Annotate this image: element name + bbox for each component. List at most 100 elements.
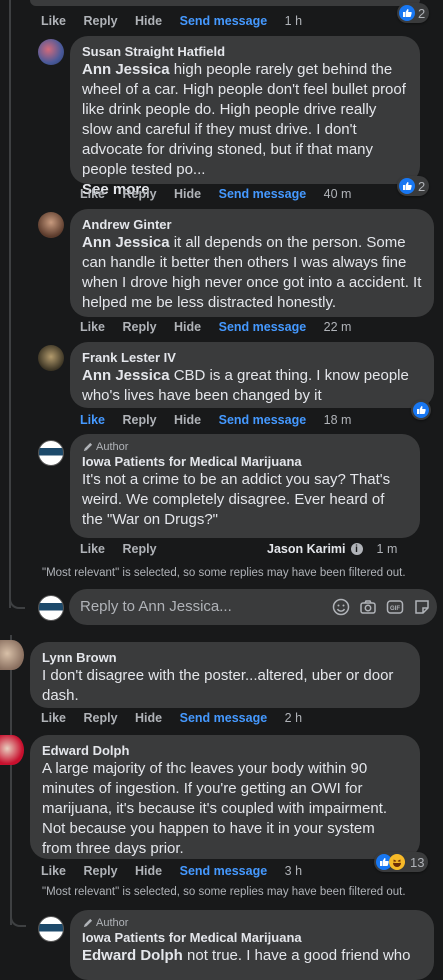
reaction-number: 13: [410, 854, 425, 870]
author-label: Author: [96, 917, 129, 929]
commenter-name[interactable]: Iowa Patients for Medical Marijuana: [82, 453, 408, 470]
commenter-name[interactable]: Edward Dolph: [42, 742, 408, 759]
reply-input[interactable]: Reply to Ann Jessica... GIF: [69, 589, 437, 625]
author-badge: Author: [82, 917, 422, 929]
comment-bubble: Susan Straight Hatfield Ann Jessica high…: [70, 36, 420, 198]
commenter-name[interactable]: Susan Straight Hatfield: [82, 43, 408, 60]
like-button[interactable]: Like: [80, 187, 105, 201]
comment-actions: Like Reply Hide Send message 40 m: [80, 187, 365, 201]
hide-button[interactable]: Hide: [135, 711, 162, 725]
pencil-icon: [83, 918, 93, 927]
mention-tag[interactable]: Ann Jessica: [82, 61, 170, 78]
comment-actions: Like Reply Hide Send message 22 m: [80, 320, 365, 334]
commenter-name[interactable]: Andrew Ginter: [82, 216, 422, 233]
mention-tag[interactable]: Ann Jessica: [82, 234, 170, 251]
page-avatar[interactable]: [38, 440, 64, 466]
svg-text:GIF: GIF: [390, 606, 400, 612]
reply-button[interactable]: Reply: [84, 711, 118, 725]
author-label: Author: [96, 441, 129, 453]
like-button[interactable]: Like: [41, 711, 66, 725]
comment-actions: Like Reply: [80, 542, 171, 556]
commenter-name[interactable]: Frank Lester IV: [82, 349, 422, 366]
avatar[interactable]: [38, 345, 64, 371]
previous-comment-bubble-edge: [30, 0, 420, 6]
comment-text: Ann Jessica high people rarely get behin…: [82, 60, 408, 180]
reply-button[interactable]: Reply: [123, 320, 157, 334]
comment-actions: Like Reply Hide Send message 2 h: [41, 711, 316, 725]
comment-actions: Like Reply Hide Send message 3 h: [41, 864, 316, 878]
reaction-number: 2: [418, 178, 426, 194]
mention-tag[interactable]: Edward Dolph: [82, 947, 183, 964]
comment-bubble: Author Iowa Patients for Medical Marijua…: [70, 434, 420, 538]
avatar[interactable]: [38, 212, 64, 238]
info-icon[interactable]: i: [350, 543, 363, 555]
filter-notice: "Most relevant" is selected, so some rep…: [42, 886, 406, 898]
page-avatar[interactable]: [38, 916, 64, 942]
avatar[interactable]: [0, 640, 24, 670]
like-reaction-icon: [413, 402, 429, 418]
hide-button[interactable]: Hide: [135, 864, 162, 878]
camera-icon[interactable]: [359, 598, 377, 616]
reaction-count[interactable]: 13: [374, 852, 429, 872]
like-button[interactable]: Like: [80, 320, 105, 334]
send-message-button[interactable]: Send message: [180, 711, 268, 725]
hide-button[interactable]: Hide: [174, 187, 201, 201]
comment-actions: Like Reply Hide Send message 1 h: [41, 14, 316, 28]
emoji-icon[interactable]: [332, 598, 350, 616]
timestamp: 2 h: [284, 711, 303, 725]
commenter-name[interactable]: Iowa Patients for Medical Marijuana: [82, 929, 422, 946]
author-badge: Author: [82, 441, 408, 453]
comment-bubble: Edward Dolph A large majority of thc lea…: [30, 735, 420, 859]
like-button[interactable]: Like: [41, 864, 66, 878]
reply-button[interactable]: Reply: [123, 413, 157, 427]
comment-bubble: Author Iowa Patients for Medical Marijua…: [70, 910, 434, 980]
comment-body: high people rarely get behind the wheel …: [82, 61, 406, 178]
send-message-button[interactable]: Send message: [219, 320, 307, 334]
reply-button[interactable]: Reply: [84, 14, 118, 28]
timestamp: 40 m: [323, 187, 352, 201]
timestamp: 1 m: [376, 542, 398, 556]
gif-icon[interactable]: GIF: [386, 598, 404, 616]
avatar[interactable]: [0, 735, 24, 765]
composer-tools: GIF: [332, 598, 431, 616]
hide-button[interactable]: Hide: [174, 320, 201, 334]
like-button[interactable]: Like: [80, 413, 105, 427]
thread-line: [10, 635, 12, 925]
like-button[interactable]: Like: [80, 542, 105, 556]
thread-elbow: [10, 903, 26, 927]
comment-text: Ann Jessica it all depends on the person…: [82, 233, 422, 313]
reply-button[interactable]: Reply: [123, 542, 157, 556]
reaction-count[interactable]: 2: [397, 176, 430, 196]
timestamp: 3 h: [284, 864, 303, 878]
like-reaction-icon: [399, 178, 415, 194]
hide-button[interactable]: Hide: [135, 14, 162, 28]
reply-button[interactable]: Reply: [123, 187, 157, 201]
send-message-button[interactable]: Send message: [180, 14, 268, 28]
reaction-count[interactable]: 2: [397, 3, 430, 23]
thread-line: [9, 0, 11, 608]
responder-name[interactable]: Jason Karimi: [267, 542, 346, 556]
sticker-icon[interactable]: [413, 598, 431, 616]
mention-tag[interactable]: Ann Jessica: [82, 367, 170, 384]
avatar[interactable]: [38, 39, 64, 65]
hide-button[interactable]: Hide: [174, 413, 201, 427]
responder-label: Jason Karimi i 1 m: [267, 542, 397, 556]
send-message-button[interactable]: Send message: [219, 187, 307, 201]
comment-text: It's not a crime to be an addict you say…: [82, 471, 391, 528]
timestamp: 22 m: [323, 320, 352, 334]
reply-button[interactable]: Reply: [84, 864, 118, 878]
comment-text: Edward Dolph not true. I have a good fri…: [82, 946, 422, 966]
haha-reaction-icon: [389, 854, 405, 870]
send-message-button[interactable]: Send message: [180, 864, 268, 878]
comment-text: I don't disagree with the poster...alter…: [42, 667, 394, 704]
timestamp: 1 h: [284, 14, 303, 28]
timestamp: 18 m: [323, 413, 352, 427]
comment-body: not true. I have a good friend who: [182, 947, 411, 964]
like-reaction-icon: [399, 5, 415, 21]
filter-notice: "Most relevant" is selected, so some rep…: [42, 567, 406, 579]
like-button[interactable]: Like: [41, 14, 66, 28]
send-message-button[interactable]: Send message: [219, 413, 307, 427]
commenter-name[interactable]: Lynn Brown: [42, 649, 408, 666]
reaction-icon-only[interactable]: [411, 400, 431, 420]
reaction-number: 2: [418, 5, 426, 21]
